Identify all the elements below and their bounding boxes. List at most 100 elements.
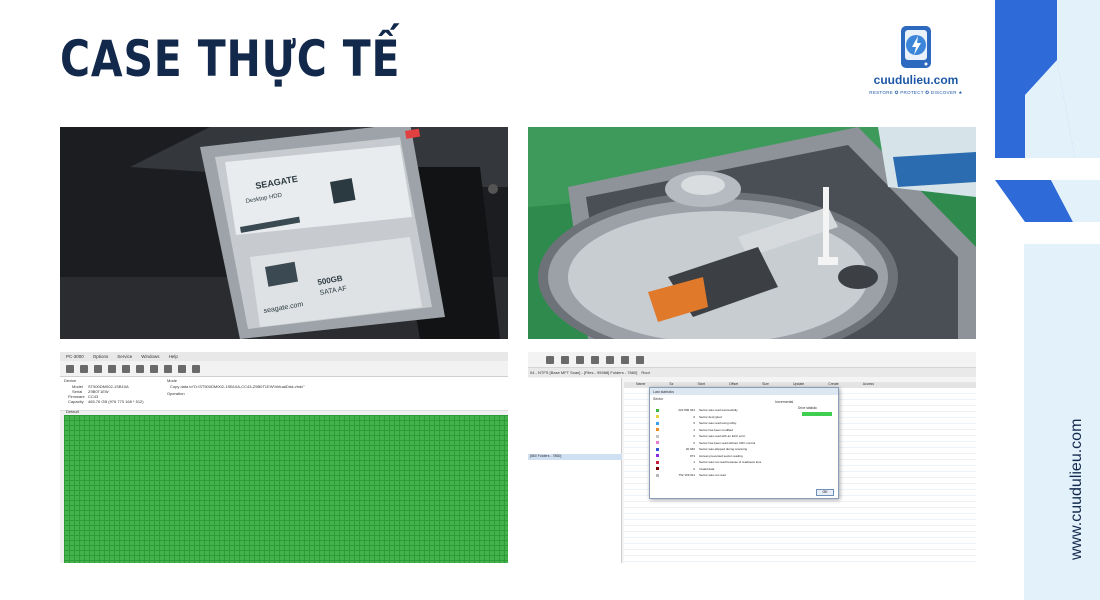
toolbar-icon (546, 355, 554, 364)
statistics-row: 0 Invalid data (656, 467, 714, 471)
copy-path-text: Copy data to"D:\ST500DM002-1SB10A-CC43-Z… (170, 384, 305, 389)
toolbar-icon (164, 364, 172, 373)
toolbar-icon (636, 355, 644, 364)
statistics-label: Sector was skipped during scanning (699, 447, 748, 451)
status-color-swatch (656, 441, 659, 444)
decor-mid-shape (995, 180, 1100, 222)
root-label: Root (641, 370, 650, 375)
statistics-row: 222 806 044 Sector was read successfully (656, 408, 738, 412)
column-header: Name (636, 382, 646, 386)
statistics-label: Sector was read using utility (699, 421, 737, 425)
photo-pc3000-screenshot: PC-3000 Options Service Windows Help Dev… (60, 352, 508, 563)
pc3000-menu-item: Service (117, 354, 133, 359)
statistics-row: 1 Sector was not read because of readines… (656, 460, 761, 464)
statistics-label: Sector was not read (699, 473, 726, 477)
scan-path-text: 04 - NTFS [Base MFT Scan] - [Files - 959… (530, 370, 638, 375)
scan-tree-item: [860 Folders - 7860] (528, 454, 622, 460)
photo-seagate-hdd: SEAGATE Desktop HDD 500GB SATA AF seagat… (60, 127, 508, 339)
status-color-swatch (656, 447, 659, 451)
pc3000-menu-item: Help (168, 354, 178, 359)
status-color-swatch (656, 434, 659, 438)
statistics-label: Access prevented sector reading (699, 453, 743, 458)
scan-toolbar (528, 352, 976, 368)
website-url: www.cuudulieu.com (1068, 418, 1085, 560)
pc3000-menubar: PC-3000 Options Service Windows Help (60, 352, 508, 361)
toolbar-icon (192, 364, 200, 373)
statistics-row: 0 Sector was read using utility (656, 421, 736, 425)
capacity-label: Capacity (68, 399, 84, 404)
statistics-count: 973 (689, 453, 695, 458)
toolbar-icon (576, 355, 584, 364)
sector-map-grid (64, 415, 508, 563)
mode-header: Mode (167, 378, 178, 383)
toolbar-icon (80, 364, 88, 373)
pc3000-menu-item: Options (92, 354, 109, 359)
photo-open-hdd-platter (528, 127, 976, 339)
status-color-swatch (656, 473, 659, 477)
hard-drive-logo-icon (899, 24, 933, 70)
logo-name: cuudulieu.com (873, 73, 959, 87)
scan-path-bar: 04 - NTFS [Base MFT Scan] - [Files - 959… (528, 368, 976, 377)
statistics-count: 0 (693, 434, 695, 438)
statistics-label: Sector was read with an ECC error (699, 434, 746, 438)
toolbar-icon (94, 364, 102, 373)
statistics-count: 0 (693, 440, 695, 445)
statistics-row: 0 Sector has been read without CRC contro… (656, 441, 755, 445)
statistics-label: Invalid data (699, 466, 715, 471)
dialog-title: Last statistics (650, 388, 838, 395)
statistics-count: 20 946 (685, 447, 695, 451)
page-title: CASE THỰC TẾ (60, 30, 401, 88)
scan-tree-panel: [860 Folders - 7860] (528, 378, 622, 563)
statistics-label: Sector was read successfully (699, 408, 738, 412)
statistics-row: 973 Access prevented sector reading (656, 454, 743, 458)
status-color-swatch (656, 428, 659, 431)
brand-logo: cuudulieu.com RESTORE ✪ PROTECT ✪ DISCOV… (868, 24, 964, 96)
pc3000-toolbar (60, 361, 508, 377)
capacity-value: 465.76 GB (976 773 168 * 512) (88, 399, 144, 404)
statistics-row: 1 Sector has been modified (656, 428, 733, 432)
decor-top-shape (995, 0, 1100, 158)
default-label: Default (66, 409, 79, 414)
statistics-row: 752 169 611 Sector was not read (656, 473, 726, 477)
toolbar-icon (66, 364, 74, 373)
operation-label: Operation (167, 391, 185, 396)
column-header: Access (862, 382, 875, 386)
toolbar-icon (591, 355, 599, 364)
statistics-count: 752 169 611 (678, 473, 695, 477)
incremental-label: Incremental (775, 400, 794, 404)
toolbar-icon (122, 364, 130, 373)
toolbar-icon (621, 355, 629, 364)
statistics-label: Sector was not read because of readiness… (699, 460, 762, 464)
photo-recovery-scan-screenshot: 04 - NTFS [Base MFT Scan] - [Files - 959… (528, 352, 976, 563)
drive-label: Drive statistic (798, 406, 817, 410)
statistics-count: 0 (693, 414, 695, 419)
toolbar-icon (108, 364, 116, 373)
pc3000-menu-item: Windows (141, 354, 160, 359)
scan-statistics-dialog: Last statistics Sector Incremental Drive… (649, 387, 839, 499)
statistics-label: Sector decrypted (699, 414, 722, 419)
status-color-swatch (656, 454, 659, 457)
statistics-count: 0 (693, 466, 695, 471)
pc3000-menu-item: PC-3000 (66, 354, 84, 359)
dialog-section: Sector (653, 397, 664, 401)
status-color-swatch (656, 460, 659, 464)
statistics-row: 20 946 Sector was skipped during scanning (656, 447, 747, 451)
statistics-count: 1 (693, 460, 695, 464)
statistics-count: 0 (693, 421, 695, 425)
ok-button[interactable]: OK (816, 489, 834, 496)
statistics-count: 222 806 044 (678, 408, 695, 412)
status-color-swatch (656, 467, 659, 470)
device-header: Device (64, 378, 77, 383)
drive-progress-bar (802, 412, 832, 416)
statistics-label: Sector has been modified (699, 427, 734, 432)
toolbar-icon (178, 364, 186, 373)
toolbar-icon (606, 355, 614, 364)
statistics-count: 1 (693, 427, 695, 432)
status-color-swatch (656, 421, 659, 425)
toolbar-icon (150, 364, 158, 373)
statistics-row: 0 Sector was read with an ECC error (656, 434, 745, 438)
status-color-swatch (656, 415, 659, 418)
pc3000-device-info: Device Mode Model ST500DM002-1SB10A Seri… (60, 377, 508, 411)
toolbar-icon (136, 364, 144, 373)
logo-tagline: RESTORE ✪ PROTECT ✪ DISCOVER ★ (869, 90, 963, 95)
